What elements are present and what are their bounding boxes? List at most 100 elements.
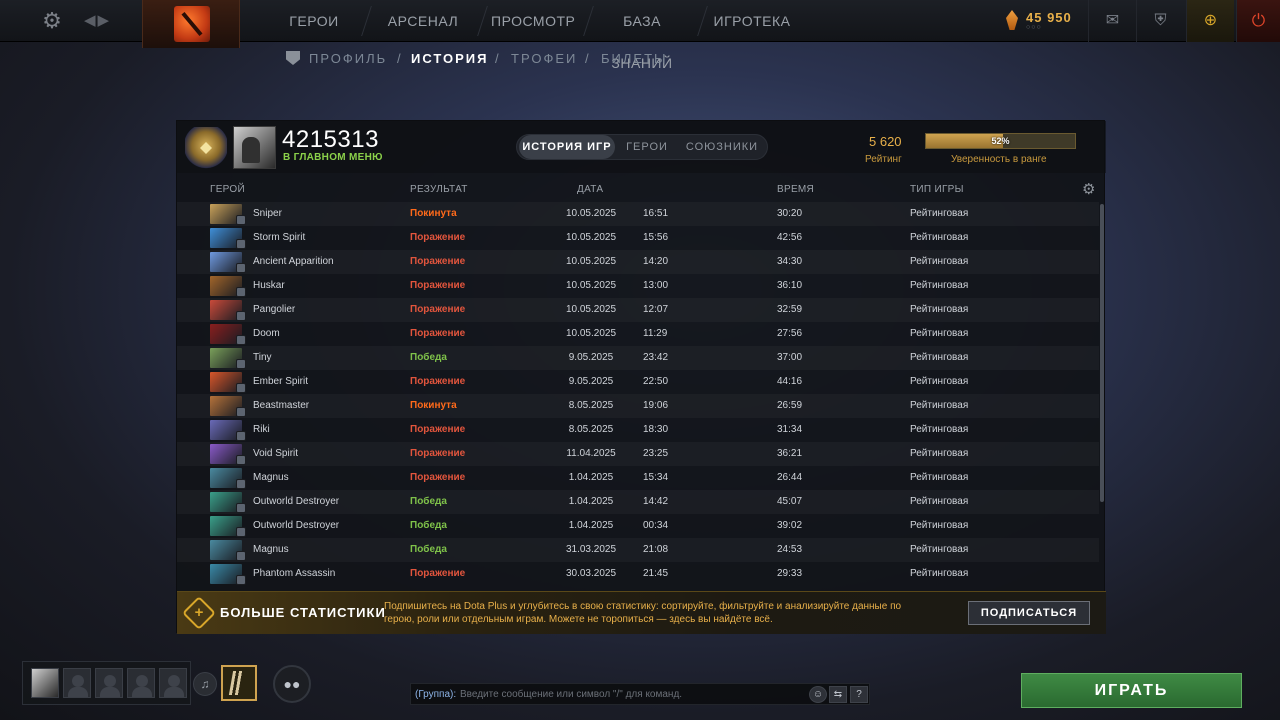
nav-heroes[interactable]: ГЕРОИ <box>274 0 354 42</box>
game-mode: Рейтинговая <box>910 568 969 579</box>
hero-name: Pangolier <box>253 304 296 315</box>
column-header-duration[interactable]: ВРЕМЯ <box>777 184 814 195</box>
party-slot-empty[interactable] <box>95 668 123 698</box>
hero-name: Doom <box>253 328 280 339</box>
table-row[interactable]: Beastmaster Покинута 8.05.2025 19:06 26:59 Ре… <box>177 394 1099 418</box>
table-row[interactable]: Magnus Победа 31.03.2025 21:08 24:53 Рейтинго… <box>177 538 1099 562</box>
scrollbar[interactable] <box>1100 204 1104 502</box>
match-start-time: 16:51 <box>643 208 669 219</box>
chat-placeholder: Введите сообщение или символ "/" для ком… <box>460 689 683 700</box>
table-row[interactable]: Void Spirit Поражение 11.04.2025 23:25 36:21… <box>177 442 1099 466</box>
subnav-history[interactable]: ИСТОРИЯ <box>411 51 489 66</box>
nav-arcade[interactable]: ИГРОТЕКА <box>710 0 794 42</box>
table-row[interactable]: Outworld Destroyer Победа 1.04.2025 14:42 45… <box>177 490 1099 514</box>
mail-icon[interactable]: ✉ <box>1088 0 1136 42</box>
gear-icon[interactable]: ⚙ <box>1082 180 1095 198</box>
headset-icon[interactable]: ♫ <box>193 672 217 696</box>
column-header-result[interactable]: РЕЗУЛЬТАТ <box>410 184 468 195</box>
avatar[interactable] <box>233 126 276 169</box>
hero-name: Magnus <box>253 472 289 483</box>
nav-arsenal[interactable]: АРСЕНАЛ <box>380 0 466 42</box>
hero-role-icon <box>236 527 246 537</box>
table-row[interactable]: Doom Поражение 10.05.2025 11:29 27:56 Рейтинг… <box>177 322 1099 346</box>
party-slot-empty[interactable] <box>159 668 187 698</box>
table-row[interactable]: Pangolier Поражение 10.05.2025 12:07 32:59 Ре… <box>177 298 1099 322</box>
back-forward-arrows-icon[interactable]: ◀▶ <box>84 10 112 32</box>
guild-badge-icon[interactable] <box>221 665 257 701</box>
match-date: 10.05.2025 <box>565 256 617 267</box>
rank-confidence-bar: 52% <box>925 133 1076 149</box>
subnav-tickets[interactable]: БИЛЕТЫ <box>601 51 668 66</box>
table-row[interactable]: Ember Spirit Поражение 9.05.2025 22:50 44:16… <box>177 370 1099 394</box>
hero-name: Beastmaster <box>253 400 310 411</box>
rank-medal-icon[interactable] <box>185 127 227 169</box>
table-row[interactable]: Sniper Покинута 10.05.2025 16:51 30:20 Рейтин… <box>177 202 1099 226</box>
nav-separator <box>361 6 372 36</box>
settings-gear-icon[interactable]: ⚙ <box>40 9 64 33</box>
table-row[interactable]: Ancient Apparition Поражение 10.05.2025 14:… <box>177 250 1099 274</box>
armory-icon[interactable]: ⛨ <box>1136 0 1184 42</box>
column-header-date[interactable]: ДАТА <box>577 184 603 195</box>
match-start-time: 21:08 <box>643 544 669 555</box>
table-row[interactable]: Huskar Поражение 10.05.2025 13:00 36:10 Рейти… <box>177 274 1099 298</box>
game-mode: Рейтинговая <box>910 448 969 459</box>
plus-banner-text: Подпишитесь на Dota Plus и углубитесь в … <box>384 601 902 625</box>
hero-role-icon <box>236 359 246 369</box>
play-button[interactable]: ИГРАТЬ <box>1021 673 1242 708</box>
table-row[interactable]: Magnus Поражение 1.04.2025 15:34 26:44 Рейтин… <box>177 466 1099 490</box>
tab-allies[interactable]: СОЮЗНИКИ <box>679 135 765 159</box>
match-duration: 26:59 <box>777 400 803 411</box>
dota-plus-banner: + БОЛЬШЕ СТАТИСТИКИ Подпишитесь на Dota … <box>177 591 1106 634</box>
currency-amount: 45 950 <box>1026 10 1072 25</box>
column-header-hero[interactable]: ГЕРОЙ <box>210 184 245 195</box>
dota-plus-icon[interactable]: ⊕ <box>1186 0 1234 42</box>
hero-role-icon <box>236 455 246 465</box>
match-date: 10.05.2025 <box>565 232 617 243</box>
match-duration: 39:02 <box>777 520 803 531</box>
subnav-separator: / <box>495 51 501 66</box>
match-result: Победа <box>410 544 447 555</box>
match-date: 10.05.2025 <box>565 208 617 219</box>
chat-wheel-icon[interactable]: ⇆ <box>829 686 847 703</box>
match-duration: 24:53 <box>777 544 803 555</box>
dota-plus-icon: + <box>182 596 216 630</box>
dota-logo-button[interactable] <box>142 0 240 48</box>
hero-name: Huskar <box>253 280 285 291</box>
nav-learn[interactable]: БАЗА ЗНАНИЙ <box>594 0 690 71</box>
tab-heroes[interactable]: ГЕРОИ <box>617 135 677 159</box>
hero-role-icon <box>236 551 246 561</box>
match-result: Победа <box>410 520 447 531</box>
top-bar: ⚙ ◀▶ ГЕРОИ АРСЕНАЛ ПРОСМОТР БАЗА ЗНАНИЙ … <box>0 0 1280 71</box>
match-result: Покинута <box>410 400 457 411</box>
nav-watch[interactable]: ПРОСМОТР <box>491 0 575 42</box>
subnav-trophies[interactable]: ТРОФЕИ <box>511 51 577 66</box>
match-history-panel: 4215313 В ГЛАВНОМ МЕНЮ ИСТОРИЯ ИГР ГЕРОИ… <box>176 120 1106 634</box>
power-icon[interactable]: ⏻ <box>1236 0 1280 42</box>
match-start-time: 13:00 <box>643 280 669 291</box>
table-row[interactable]: Tiny Победа 9.05.2025 23:42 37:00 Рейтинговая <box>177 346 1099 370</box>
column-header-mode[interactable]: ТИП ИГРЫ <box>910 184 964 195</box>
friends-icon[interactable]: ●● <box>273 665 311 703</box>
table-row[interactable]: Phantom Assassin Поражение 30.03.2025 21:45… <box>177 562 1099 586</box>
help-icon[interactable]: ? <box>850 686 868 703</box>
match-result: Поражение <box>410 472 466 483</box>
party-slot-self[interactable] <box>31 668 59 698</box>
match-duration: 34:30 <box>777 256 803 267</box>
emoji-icon[interactable]: ☺ <box>809 686 827 703</box>
match-result: Поражение <box>410 328 466 339</box>
table-row[interactable]: Riki Поражение 8.05.2025 18:30 31:34 Рейтинго… <box>177 418 1099 442</box>
chat-input[interactable]: (Группа): Введите сообщение или символ "… <box>410 683 870 705</box>
subscribe-button[interactable]: ПОДПИСАТЬСЯ <box>968 601 1090 625</box>
currency-display[interactable]: 45 950 ○○○ <box>1006 9 1086 33</box>
hero-role-icon <box>236 239 246 249</box>
match-result: Поражение <box>410 232 466 243</box>
hero-name: Ember Spirit <box>253 376 309 387</box>
match-duration: 37:00 <box>777 352 803 363</box>
party-slot-empty[interactable] <box>127 668 155 698</box>
table-row[interactable]: Outworld Destroyer Победа 1.04.2025 00:34 39… <box>177 514 1099 538</box>
party-slot-empty[interactable] <box>63 668 91 698</box>
subnav-profile[interactable]: ПРОФИЛЬ <box>309 51 387 66</box>
table-row[interactable]: Storm Spirit Поражение 10.05.2025 15:56 42:5… <box>177 226 1099 250</box>
match-duration: 26:44 <box>777 472 803 483</box>
tab-match-history[interactable]: ИСТОРИЯ ИГР <box>519 135 615 159</box>
